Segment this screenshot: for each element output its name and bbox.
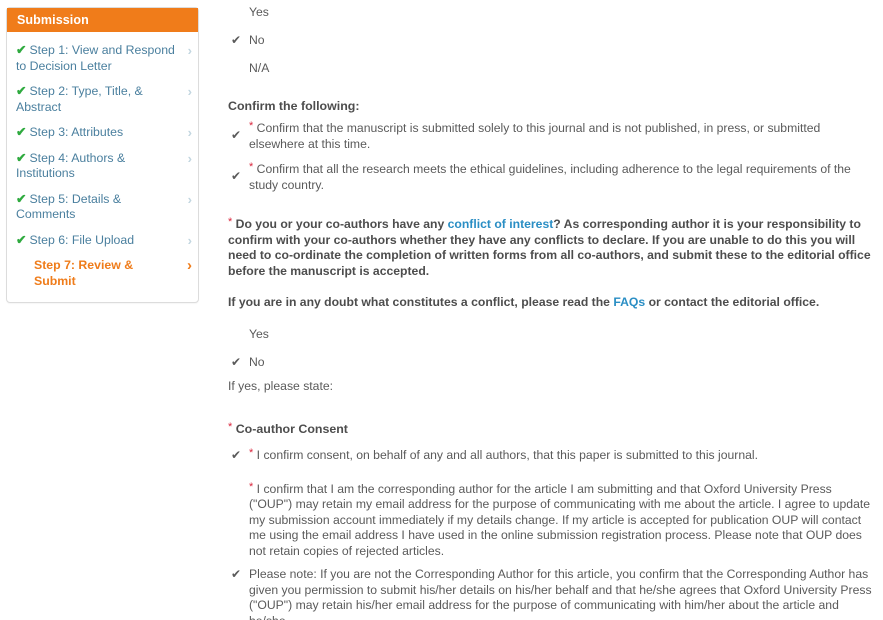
check-icon: ✔ [231,448,242,462]
doubt-text-part-2: or contact the editorial office. [645,295,820,309]
check-icon: ✔ [231,33,242,47]
sidebar-item-label: Step 2: Type, Title, & Abstract [16,84,143,114]
confirm-section-heading: Confirm the following: [228,99,360,113]
confirm-checkbox-sole-submission[interactable]: ✔ * Confirm that the manuscript is submit… [228,121,878,152]
faqs-link[interactable]: FAQs [613,295,645,309]
radio-option-yes[interactable]: Yes [228,5,878,19]
chevron-right-icon: › [187,84,192,99]
chevron-right-icon: › [187,43,192,58]
sidebar-item-step-6[interactable]: ✔ Step 6: File Upload › [7,228,198,254]
radio-option-na[interactable]: N/A [228,61,878,75]
doubt-text-part-1: If you are in any doubt what constitutes… [228,295,614,309]
check-icon: ✔ [231,354,242,369]
sidebar-step-list: ✔ Step 1: View and Respond to Decision Le… [7,32,198,302]
sidebar-item-label: Step 6: File Upload [29,232,135,247]
sidebar-item-label: Step 4: Authors & Institutions [16,150,126,181]
check-icon: ✔ [16,84,27,98]
check-icon: ✔ [16,43,27,57]
radio-option-no[interactable]: ✔ No [228,33,878,47]
sidebar-item-step-2[interactable]: ✔ Step 2: Type, Title, & Abstract › [7,79,198,120]
conflict-doubt-paragraph: If you are in any doubt what constitutes… [228,295,878,311]
check-icon: ✔ [16,125,27,139]
required-asterisk: * [249,447,254,459]
consent-text: Please note: If you are not the Correspo… [249,567,872,620]
check-icon: ✔ [231,567,242,581]
option-label: Yes [249,5,269,19]
confirm-checkbox-ethical-guidelines[interactable]: ✔ * Confirm that all the research meets t… [228,162,878,193]
conflict-of-interest-question: * Do you or your co-authors have any con… [228,217,878,279]
chevron-right-icon: › [187,191,192,207]
coauthor-consent-checkbox-1[interactable]: ✔ * I confirm consent, on behalf of any a… [228,448,878,464]
consent-text: I confirm consent, on behalf of any and … [256,448,758,462]
required-asterisk: * [228,216,233,228]
option-label: No [249,33,265,47]
confirm-text: Confirm that the manuscript is submitted… [249,121,821,151]
chevron-right-icon: › [187,232,192,248]
check-icon: ✔ [16,150,27,165]
conflict-radio-yes[interactable]: Yes [228,327,878,341]
chevron-right-icon: › [187,150,192,166]
required-asterisk: * [249,120,254,132]
option-label: No [249,354,265,369]
check-icon: ✔ [231,169,242,183]
sidebar-item-label: Step 5: Details & Comments [16,191,122,222]
required-asterisk: * [249,480,254,493]
check-icon: ✔ [16,191,27,206]
conflict-radio-no[interactable]: ✔ No [228,355,878,369]
sidebar-item-label: Step 1: View and Respond to Decision Let… [16,43,175,73]
sidebar-header: Submission [7,8,198,32]
check-icon: ✔ [16,232,27,247]
coauthor-consent-checkbox-3[interactable]: ✔ Please note: If you are not the Corres… [228,567,878,620]
check-icon: ✔ [231,128,242,142]
sidebar-item-step-3[interactable]: ✔ Step 3: Attributes › [7,120,198,146]
sidebar-item-step-4[interactable]: ✔ Step 4: Authors & Institutions › [7,146,198,187]
confirm-text: Confirm that all the research meets the … [249,162,851,192]
coauthor-consent-checkbox-2[interactable]: * I confirm that I am the corresponding … [228,480,878,560]
coauthor-consent-heading: * Co-author Consent [228,421,878,437]
sidebar-item-step-1[interactable]: ✔ Step 1: View and Respond to Decision Le… [7,38,198,79]
submission-sidebar: Submission ✔ Step 1: View and Respond to … [6,7,199,303]
consent-text: I confirm that I am the corresponding au… [249,481,871,558]
required-asterisk: * [249,161,254,173]
option-label: Yes [249,326,269,341]
if-yes-please-state-label: If yes, please state: [228,378,334,393]
conflict-text-part-1: Do you or your co-authors have any [235,217,448,231]
sidebar-item-label: Step 3: Attributes [29,125,124,139]
conflict-options: Yes ✔ No [228,327,878,369]
sidebar-item-step-7[interactable]: Step 7: Review & Submit › [7,253,198,294]
chevron-right-icon: › [187,125,192,140]
conflict-of-interest-link[interactable]: conflict of interest [448,217,554,231]
sidebar-item-label: Step 7: Review & Submit [34,258,134,288]
chevron-right-icon: › [187,257,192,274]
question-1-options: Yes ✔ No N/A [228,5,878,75]
option-label: N/A [249,61,270,75]
required-asterisk: * [228,421,233,433]
coauthor-consent-title: Co-author Consent [235,422,348,436]
review-submit-form: previous question text (clipped) Yes ✔ N… [228,0,878,620]
sidebar-item-step-5[interactable]: ✔ Step 5: Details & Comments › [7,187,198,228]
